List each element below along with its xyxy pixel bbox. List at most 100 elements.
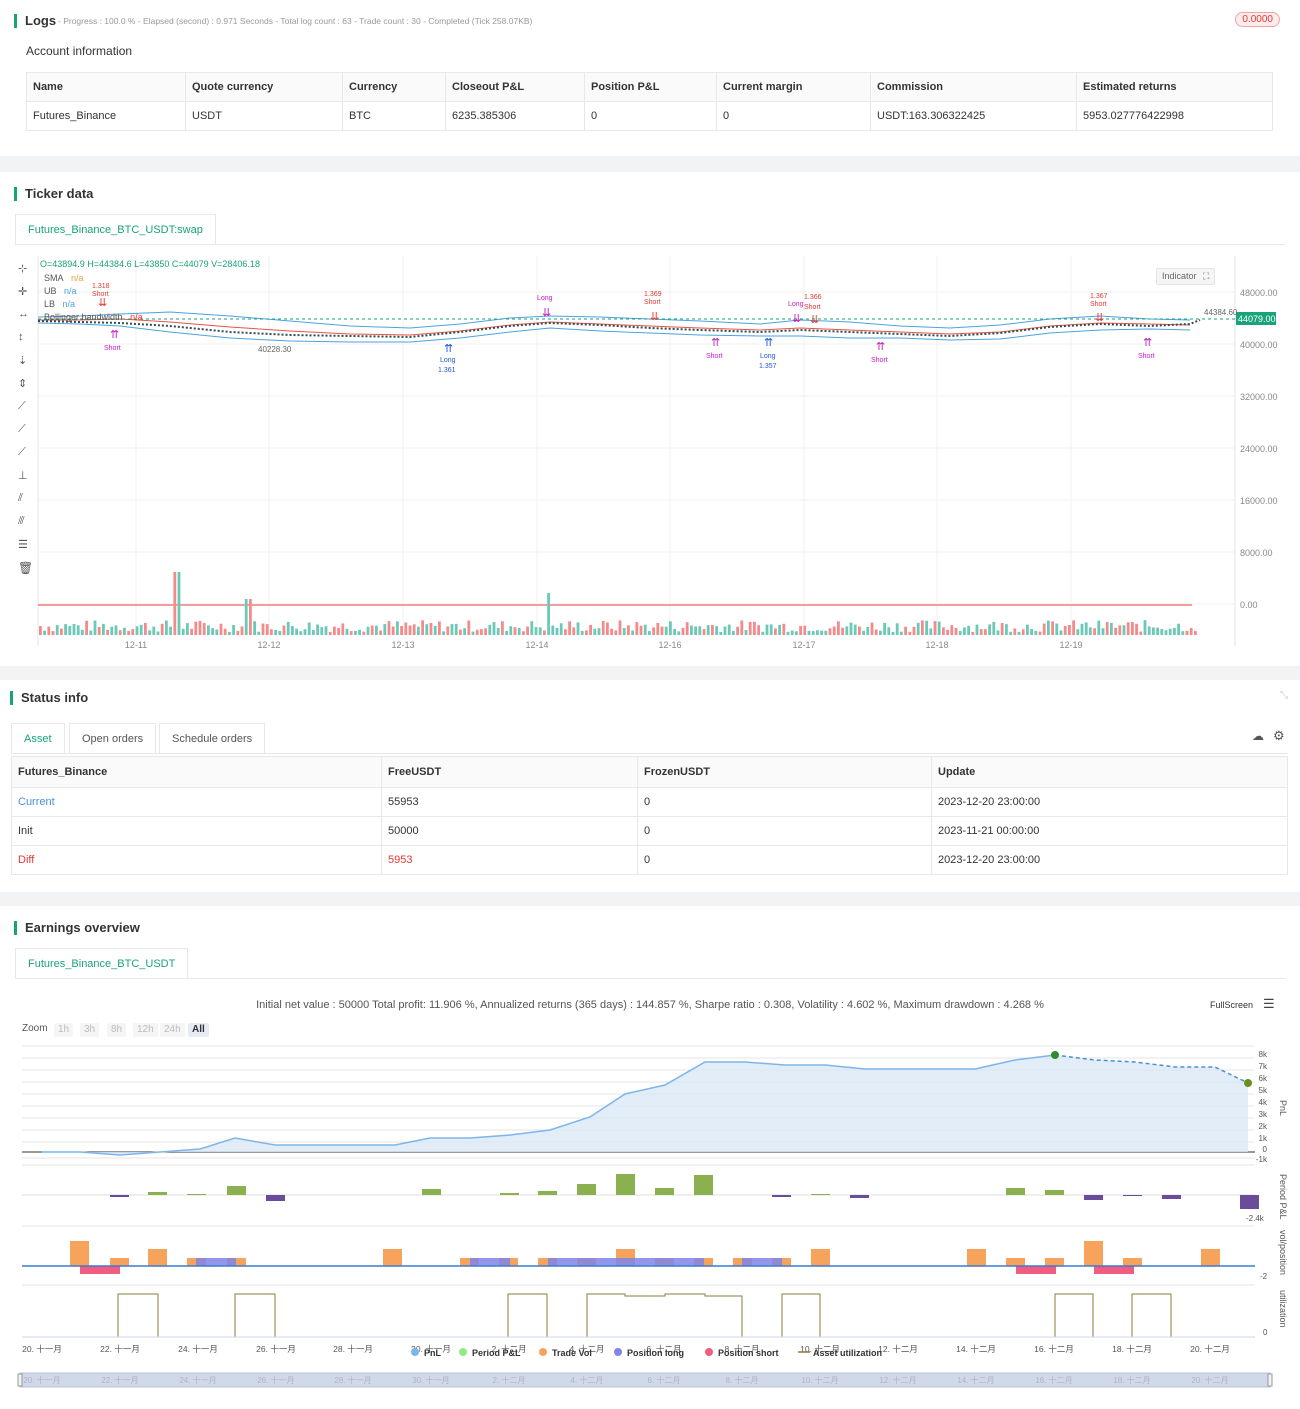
x-tick: 12-14 [525, 640, 548, 650]
volume-bar [278, 631, 282, 635]
x-tick: 12-19 [1059, 640, 1082, 650]
indicator-button[interactable]: Indicator ⛶ [1156, 268, 1216, 285]
util-zero-label: 0 [1263, 1328, 1268, 1337]
volume-bar [723, 626, 727, 635]
volume-bar [190, 628, 193, 635]
volume-bar [274, 629, 277, 635]
zoom-3h-button[interactable]: 3h [80, 1023, 100, 1037]
menu-icon[interactable]: ☰ [1263, 996, 1275, 1012]
volume-bar [1118, 625, 1122, 635]
volume-bar [601, 620, 605, 635]
volume-bar [984, 629, 987, 635]
price-chart[interactable]: 44079.00 44384.60 40228.30 48000.00 4000… [0, 246, 1300, 666]
tab-asset[interactable]: Asset [11, 723, 65, 753]
volume-bar [333, 626, 336, 635]
tab-schedule-orders[interactable]: Schedule orders [159, 723, 266, 753]
tab-earnings-pair[interactable]: Futures_Binance_BTC_USDT [15, 948, 189, 978]
zoom-1h-button[interactable]: 1h [54, 1023, 74, 1037]
short-signal-text: Short [804, 304, 821, 311]
collapse-icon[interactable]: ⤡ [1280, 690, 1288, 701]
tab-underline [11, 753, 1288, 754]
period-pnl-bar [850, 1195, 869, 1198]
volume-bar [383, 624, 387, 635]
volume-bar [1093, 628, 1096, 635]
volume-bar [790, 630, 794, 635]
volume-bar [538, 627, 542, 635]
volume-bar [156, 631, 160, 635]
x-tick: 12. 十二月 [878, 1344, 918, 1354]
zoom-8h-button[interactable]: 8h [107, 1023, 127, 1037]
volume-bar [1013, 628, 1017, 635]
volume-bar [698, 626, 702, 635]
volume-bar [778, 624, 781, 635]
fullscreen-button[interactable]: FullScreen [1210, 1000, 1253, 1010]
logs-badge: 0.0000 [1235, 12, 1280, 27]
volume-bar [564, 629, 567, 635]
long-marker-icon: ⇈ [1143, 337, 1152, 349]
volume-bar [1021, 629, 1025, 635]
volume-bar [169, 626, 172, 635]
tab-ticker-swap[interactable]: Futures_Binance_BTC_USDT:swap [15, 214, 216, 244]
cell-free: 50000 [381, 816, 638, 846]
cell-current-margin: 0 [716, 101, 871, 131]
legend-short: Position short [718, 1348, 779, 1358]
volume-bar [375, 625, 378, 635]
long-marker-icon: ⇈ [110, 329, 119, 341]
volume-bar [51, 631, 55, 635]
asset-table: Futures_Binance FreeUSDT FrozenUSDT Upda… [11, 756, 1288, 875]
volume-bar [60, 628, 63, 635]
cell-update: 2023-12-20 23:00:00 [931, 787, 1288, 817]
volume-bar [501, 621, 504, 635]
vol-low-label: -2 [1260, 1272, 1268, 1281]
cell-currency: BTC [342, 101, 446, 131]
volume-bar [673, 629, 676, 635]
volume-bar [816, 630, 819, 635]
cell-frozen: 0 [637, 845, 932, 875]
nav-tick: 24. 十一月 [179, 1375, 216, 1385]
long-marker-text: Long [537, 295, 553, 302]
volume-bar [543, 630, 546, 635]
long-marker-icon: ⇈ [444, 343, 453, 355]
volume-bar [593, 628, 597, 635]
cell-name: Futures_Binance [26, 101, 186, 131]
volume-bar [173, 572, 177, 635]
volume-bar [1089, 627, 1092, 635]
cell-frozen: 0 [637, 787, 932, 817]
volume-bar [891, 631, 895, 635]
volume-bar [732, 630, 735, 635]
volume-bar [232, 624, 235, 635]
earnings-chart[interactable]: 8k 7k 6k 5k 4k 3k 2k 1k 0 -1k PnL -2.4k … [0, 1040, 1300, 1400]
x-tick: 14. 十二月 [956, 1344, 996, 1354]
volume-bar [740, 620, 744, 635]
volume-bar [811, 631, 815, 635]
cloud-download-icon[interactable]: ☁ [1252, 729, 1264, 743]
settings-gear-icon[interactable]: ⚙ [1273, 728, 1285, 744]
volume-bar [391, 626, 395, 635]
tab-open-orders[interactable]: Open orders [69, 723, 157, 753]
zoom-all-button[interactable]: All [188, 1023, 209, 1037]
volume-bar [1051, 621, 1054, 635]
period-pnl-bar [538, 1191, 557, 1195]
zoom-label: Zoom [22, 1023, 48, 1034]
volume-bar [1110, 622, 1113, 635]
volume-bar [841, 627, 844, 635]
volume-bar [85, 620, 88, 635]
logs-summary: - Progress : 100.0 % - Elapsed (second) … [58, 16, 533, 26]
zoom-24h-button[interactable]: 24h [160, 1023, 185, 1037]
volume-bar [337, 627, 340, 635]
nav-tick: 16. 十二月 [1035, 1375, 1072, 1385]
volume-bar [832, 626, 836, 635]
volume-bar [942, 627, 945, 635]
zoom-12h-button[interactable]: 12h [133, 1023, 158, 1037]
volume-bar [610, 628, 613, 635]
cell-frozen: 0 [637, 816, 932, 846]
volume-bar [328, 631, 332, 635]
period-pnl-bar [500, 1193, 519, 1195]
volume-bar [685, 622, 689, 635]
volume-bar [144, 622, 147, 635]
volume-bar [517, 628, 521, 635]
volume-bar [904, 626, 907, 635]
table-row: Current 55953 0 2023-12-20 23:00:00 [11, 787, 1288, 817]
y-tick: 40000.00 [1240, 340, 1278, 350]
nav-tick: 20. 十二月 [1191, 1375, 1228, 1385]
